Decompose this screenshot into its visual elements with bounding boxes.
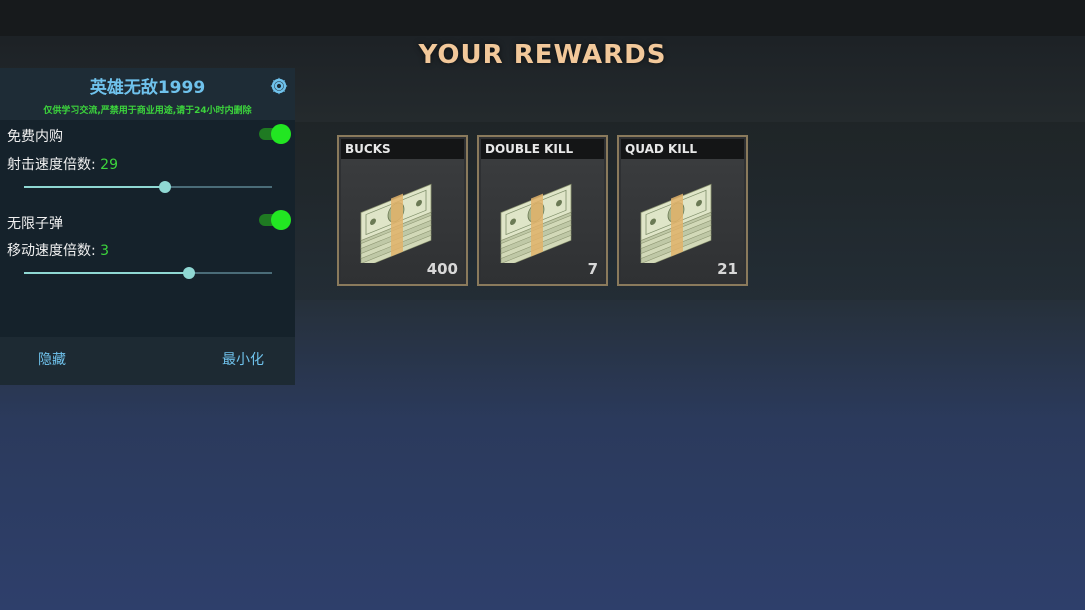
infinite-ammo-label: 无限子弹 [7, 216, 63, 232]
gear-icon[interactable] [269, 76, 289, 96]
mod-menu-panel: 英雄无敌1999 仅供学习交流,严禁用于商业用途,请于24小时内删除 免费内购 [0, 68, 295, 385]
page-title: YOUR REWARDS [418, 40, 667, 70]
free-purchase-label: 免费内购 [7, 129, 63, 145]
top-bar [0, 0, 1085, 36]
slider-thumb[interactable] [159, 181, 172, 193]
mod-menu-footer: 隐藏 最小化 [0, 337, 295, 385]
fire-rate-label: 射击速度倍数: 29 [7, 157, 118, 173]
fire-rate-value: 29 [100, 157, 118, 173]
hide-button[interactable]: 隐藏 [38, 349, 66, 369]
move-speed-slider[interactable] [24, 267, 272, 279]
cash-stack-icon [360, 183, 432, 263]
mod-menu-options: 免费内购 射击速度倍数: 29 无限子弹 移动速度倍数: 3 [0, 120, 295, 337]
slider-thumb[interactable] [183, 267, 196, 279]
reward-card-count: 21 [717, 260, 738, 278]
cash-stack-icon [500, 183, 572, 263]
reward-card-label: DOUBLE KILL [481, 139, 604, 159]
disclaimer-text: 仅供学习交流,严禁用于商业用途,请于24小时内删除 [43, 106, 252, 116]
infinite-ammo-toggle[interactable] [259, 210, 291, 230]
reward-card-quad-kill[interactable]: QUAD KILL 21 [617, 135, 748, 286]
reward-card-bucks[interactable]: BUCKS 400 [337, 135, 468, 286]
minimize-button[interactable]: 最小化 [222, 349, 264, 369]
move-speed-value: 3 [100, 243, 110, 259]
mod-menu-title: 英雄无敌1999 [89, 78, 206, 98]
reward-card-label: QUAD KILL [621, 139, 744, 159]
cash-stack-icon [640, 183, 712, 263]
fire-rate-slider[interactable] [24, 181, 272, 193]
mod-menu-header: 英雄无敌1999 仅供学习交流,严禁用于商业用途,请于24小时内删除 [0, 68, 295, 120]
move-speed-label: 移动速度倍数: 3 [7, 243, 110, 259]
free-purchase-toggle[interactable] [259, 124, 291, 144]
reward-card-count: 7 [587, 260, 598, 278]
reward-card-label: BUCKS [341, 139, 464, 159]
reward-cards: BUCKS 400 DOUBLE KILL 7 QUAD KILL 21 [337, 135, 748, 287]
reward-card-double-kill[interactable]: DOUBLE KILL 7 [477, 135, 608, 286]
reward-card-count: 400 [426, 260, 458, 278]
